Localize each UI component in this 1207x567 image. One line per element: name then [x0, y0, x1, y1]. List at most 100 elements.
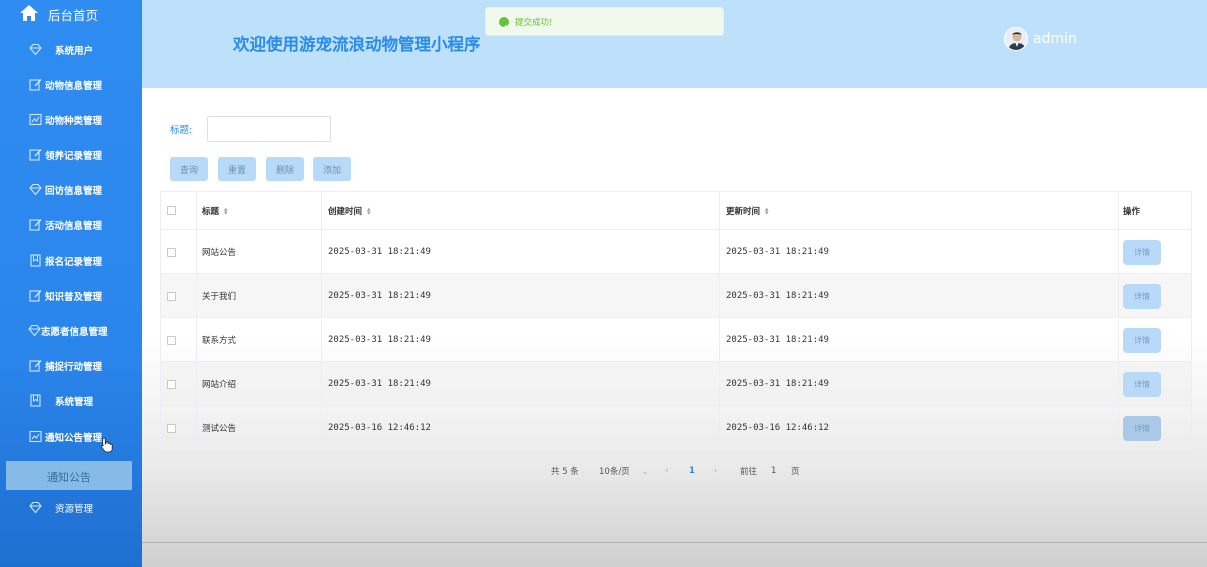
chart-icon — [29, 113, 42, 126]
gem-icon — [29, 43, 42, 56]
sidebar-item-label: 系统管理 — [55, 397, 94, 408]
sidebar-item-label: 报名记录管理 — [45, 257, 103, 268]
sidebar-item-animal-info[interactable]: 动物信息管理 — [0, 68, 142, 102]
cell-updated: 2025-03-31 18:21:49 — [726, 335, 829, 345]
username[interactable]: admin — [1033, 31, 1077, 47]
page-suffix: 页 — [791, 467, 800, 477]
cell-created: 2025-03-31 18:21:49 — [328, 379, 431, 389]
sort-icon: ▴ ▾ — [367, 204, 371, 217]
row-checkbox[interactable] — [167, 362, 176, 406]
sidebar-item-label: 回访信息管理 — [45, 186, 103, 197]
edit-icon — [29, 290, 42, 302]
success-icon — [499, 17, 509, 30]
user-avatar-icon — [1005, 28, 1027, 50]
sidebar-item-activity[interactable]: 活动信息管理 — [0, 208, 142, 242]
hand-cursor-icon — [101, 437, 113, 453]
title-search-input[interactable] — [207, 116, 331, 142]
row-checkbox[interactable] — [167, 318, 176, 362]
sidebar-item-registration[interactable]: 报名记录管理 — [0, 244, 142, 278]
cell-updated: 2025-03-16 12:46:12 — [726, 423, 829, 433]
prev-page-icon[interactable]: ‹ — [665, 464, 668, 478]
cell-title: 网站公告 — [202, 248, 237, 258]
cell-updated: 2025-03-31 18:21:49 — [726, 291, 829, 301]
avatar[interactable] — [1004, 27, 1028, 51]
table-row: 联系方式 2025-03-31 18:21:49 2025-03-31 18:2… — [161, 317, 1191, 361]
cell-created: 2025-03-31 18:21:49 — [328, 291, 431, 301]
query-button[interactable]: 查询 — [170, 157, 208, 181]
cell-created: 2025-03-16 12:46:12 — [328, 423, 431, 433]
chevron-down-icon: ⌄ — [641, 466, 649, 476]
edit-icon — [29, 219, 42, 231]
sidebar-item-label: 知识普及管理 — [45, 292, 103, 303]
sidebar-item-label: 动物种类管理 — [45, 116, 103, 127]
sidebar-item-label: 活动信息管理 — [45, 221, 103, 232]
sidebar-item-adoption[interactable]: 领养记录管理 — [0, 138, 142, 172]
row-checkbox[interactable] — [167, 230, 176, 274]
sidebar-home-label: 后台首页 — [48, 8, 99, 23]
sidebar-item-label: 通知公告管理 — [45, 433, 103, 444]
detail-button[interactable]: 详情 — [1123, 239, 1161, 265]
cell-title: 测试公告 — [202, 424, 237, 434]
sidebar-item-label: 志愿者信息管理 — [41, 327, 108, 338]
sidebar-item-knowledge[interactable]: 知识普及管理 — [0, 279, 142, 313]
goto-page-input[interactable]: 1 — [771, 464, 776, 478]
add-button[interactable]: 添加 — [313, 157, 351, 181]
page-size-select[interactable]: 10条/页 ⌄ — [599, 464, 648, 478]
sidebar-item-volunteer[interactable]: 志愿者信息管理 — [0, 314, 142, 348]
sidebar-home[interactable]: 后台首页 — [0, 0, 142, 28]
sidebar-item-revisit[interactable]: 回访信息管理 — [0, 173, 142, 207]
cell-title: 网站介绍 — [202, 380, 237, 390]
sidebar-item-system-manage[interactable]: 系统管理 — [0, 384, 142, 418]
column-header-updated[interactable]: 更新时间 ▴ ▾ — [726, 192, 769, 229]
table-row: 测试公告 2025-03-16 12:46:12 2025-03-16 12:4… — [161, 405, 1191, 449]
table-row: 网站公告 2025-03-31 18:21:49 2025-03-31 18:2… — [161, 229, 1191, 273]
main-content: 标题: 查询 重置 删除 添加 标题 ▴ ▾ 创建时间 ▴ ▾ 更新时间 ▴ ▾ 操作 网站… — [142, 88, 1207, 567]
home-icon — [20, 5, 38, 21]
edit-icon — [29, 149, 42, 161]
column-header-created[interactable]: 创建时间 ▴ ▾ — [328, 192, 371, 229]
cell-updated: 2025-03-31 18:21:49 — [726, 379, 829, 389]
bookmark-icon — [30, 254, 41, 267]
edit-icon — [29, 79, 42, 91]
success-toast: 提交成功! — [485, 7, 724, 36]
page-number-current[interactable]: 1 — [689, 464, 695, 478]
detail-button[interactable]: 详情 — [1123, 415, 1161, 441]
sidebar-item-label: 领养记录管理 — [45, 151, 103, 162]
cell-title: 关于我们 — [202, 292, 237, 302]
detail-button[interactable]: 详情 — [1123, 371, 1161, 397]
sidebar-item-label: 捕捉行动管理 — [45, 362, 103, 373]
gem-icon — [28, 324, 41, 337]
sidebar-item-label: 资源管理 — [55, 504, 94, 515]
detail-button[interactable]: 详情 — [1123, 283, 1161, 309]
sidebar: 后台首页 系统用户 动物信息管理 动物种类管理 领养记录管理 回访信息管理 活动… — [0, 0, 142, 567]
column-header-title[interactable]: 标题 ▴ ▾ — [202, 192, 228, 229]
detail-button[interactable]: 详情 — [1123, 327, 1161, 353]
sidebar-item-resource[interactable]: 资源管理 — [0, 491, 142, 525]
sidebar-item-notice-manage[interactable]: 通知公告管理 — [0, 420, 142, 454]
column-header-operation: 操作 — [1123, 206, 1141, 217]
gem-icon — [29, 501, 42, 514]
goto-label: 前往 — [740, 467, 758, 477]
search-label: 标题: — [170, 125, 193, 136]
notice-table: 标题 ▴ ▾ 创建时间 ▴ ▾ 更新时间 ▴ ▾ 操作 网站公告 2025-03-31 18… — [160, 191, 1192, 449]
sidebar-item-animal-type[interactable]: 动物种类管理 — [0, 103, 142, 137]
row-checkbox[interactable] — [167, 274, 176, 318]
sort-icon: ▴ ▾ — [224, 204, 228, 217]
next-page-icon[interactable]: › — [714, 464, 717, 478]
cell-updated: 2025-03-31 18:21:49 — [726, 247, 829, 257]
delete-button[interactable]: 删除 — [266, 157, 304, 181]
table-row: 网站介绍 2025-03-31 18:21:49 2025-03-31 18:2… — [161, 361, 1191, 405]
chart-icon — [29, 430, 42, 443]
sort-icon: ▴ ▾ — [765, 204, 769, 217]
cell-created: 2025-03-31 18:21:49 — [328, 335, 431, 345]
sidebar-subitem-notice[interactable]: 通知公告 — [6, 461, 132, 490]
cell-created: 2025-03-31 18:21:49 — [328, 247, 431, 257]
toast-message: 提交成功! — [515, 18, 553, 28]
reset-button[interactable]: 重置 — [218, 157, 256, 181]
sidebar-item-capture[interactable]: 捕捉行动管理 — [0, 349, 142, 383]
select-all-checkbox[interactable] — [167, 192, 176, 229]
row-checkbox[interactable] — [167, 406, 176, 450]
gem-icon — [29, 183, 42, 196]
divider — [142, 542, 1207, 543]
sidebar-item-system-users[interactable]: 系统用户 — [0, 33, 142, 67]
